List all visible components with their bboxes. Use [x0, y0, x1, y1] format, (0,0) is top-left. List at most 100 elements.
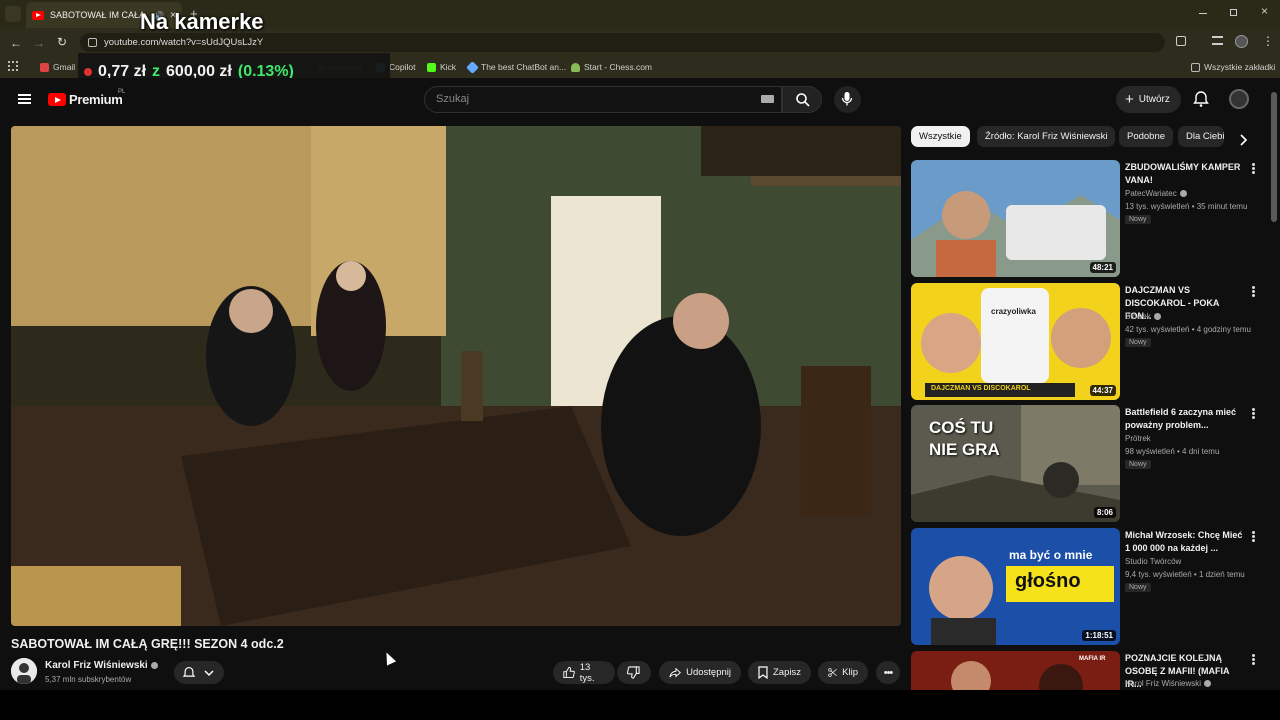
page-scrollbar[interactable] [1271, 92, 1277, 222]
profile-icon[interactable] [1235, 35, 1248, 48]
live-dot-icon [84, 68, 92, 76]
thumbs-down-icon [627, 666, 640, 679]
search-button[interactable] [782, 86, 822, 113]
chatbot-icon [466, 60, 479, 74]
video-player[interactable] [11, 126, 901, 626]
channel-name[interactable]: Karol Friz Wiśniewski [45, 660, 158, 671]
recommendation-thumbnail[interactable]: crazyoliwka DAJCZMAN VS DISCOKAROL 44:37 [911, 283, 1120, 400]
recommendation-channel[interactable]: PatecWariatec [1125, 189, 1187, 198]
bookmark-label: Start - Chess.com [584, 62, 653, 72]
chip-for-you[interactable]: Dla Ciebie [1178, 126, 1224, 147]
stream-overlay-title: Na kamerke [140, 9, 264, 34]
channel-avatar[interactable] [11, 658, 37, 684]
more-vertical-icon[interactable] [1252, 531, 1255, 542]
channel-avatar-image [11, 658, 37, 684]
video-duration: 44:37 [1089, 385, 1116, 396]
plus-icon: + [1125, 90, 1134, 108]
new-badge: Nowy [1125, 460, 1151, 469]
bell-icon [182, 666, 196, 677]
video-frame-image [11, 126, 901, 626]
new-badge: Nowy [1125, 215, 1151, 224]
share-button[interactable]: Udostępnij [659, 661, 741, 684]
all-bookmarks-label: Wszystkie zakładki [1204, 62, 1276, 72]
chip-source-channel[interactable]: Źródło: Karol Friz Wiśniewski [977, 126, 1116, 147]
recommendation-channel-text: Blowek [1125, 312, 1151, 321]
recommendation-meta: 98 wyświetleń • 4 dni temu [1125, 447, 1220, 456]
back-icon[interactable]: ← [10, 36, 22, 50]
bookmark-chess[interactable]: Start - Chess.com [571, 62, 652, 72]
recommendation-channel-text: Karol Friz Wiśniewski [1125, 679, 1202, 688]
more-vertical-icon[interactable] [1252, 654, 1255, 665]
keyboard-icon[interactable] [761, 95, 774, 103]
recommendation-meta: 42 tys. wyświetleń • 4 godziny temu [1125, 325, 1251, 334]
create-label: Utwórz [1138, 94, 1170, 105]
bookmark-chatbot[interactable]: The best ChatBot an... [466, 60, 566, 74]
apps-grid-icon[interactable] [8, 61, 18, 71]
media-control-icon[interactable] [1212, 36, 1223, 45]
extensions-icon[interactable] [1176, 36, 1186, 46]
thumbnail-text: COŚ TU NIE GRA [929, 418, 1000, 459]
notifications-bell-icon[interactable] [1192, 90, 1210, 108]
logo-country: PL [118, 89, 126, 95]
recommendation-thumbnail[interactable]: 48:21 [911, 160, 1120, 277]
account-avatar[interactable] [1229, 89, 1249, 109]
gmail-icon [40, 62, 49, 72]
search-input[interactable]: Szukaj [424, 86, 782, 113]
more-vertical-icon[interactable] [1252, 408, 1255, 419]
recommendation-thumbnail[interactable]: ma być o mnie głośno 1:18:51 [911, 528, 1120, 645]
thumbnail-text: ma być o mnie [1009, 548, 1093, 562]
reload-icon[interactable]: ↻ [57, 35, 67, 49]
video-duration: 1:18:51 [1082, 630, 1116, 641]
chevron-right-icon[interactable] [1238, 134, 1248, 146]
recommendation-channel-text: Studio Twórców [1125, 557, 1182, 566]
recommendation-thumbnail[interactable]: MAFIA IR [911, 651, 1120, 690]
minimize-button[interactable] [1199, 13, 1207, 14]
recommendation-channel[interactable]: Prötrek [1125, 434, 1151, 443]
url-text: youtube.com/watch?v=sUdJQUsLJzY [104, 37, 264, 48]
save-button[interactable]: Zapisz [748, 661, 811, 684]
share-icon [669, 667, 681, 678]
bookmark-label: Copilot [389, 62, 416, 72]
page-bottom-bar [0, 690, 1280, 720]
youtube-favicon-icon [32, 10, 44, 20]
share-label: Udostępnij [686, 667, 731, 678]
channel-name-text: Karol Friz Wiśniewski [45, 660, 148, 671]
site-info-icon[interactable] [88, 38, 97, 47]
tab-list-button[interactable] [5, 6, 21, 22]
url-field[interactable]: youtube.com/watch?v=sUdJQUsLJzY [80, 33, 1165, 52]
maximize-button[interactable] [1230, 9, 1237, 16]
recommendation-channel-text: PatecWariatec [1125, 189, 1177, 198]
chip-related[interactable]: Podobne [1119, 126, 1174, 147]
dislike-button[interactable] [617, 661, 651, 684]
browser-menu-icon[interactable]: ⋮ [1262, 34, 1274, 48]
more-actions-button[interactable]: ••• [876, 661, 900, 684]
verified-icon [150, 661, 158, 669]
more-vertical-icon[interactable] [1252, 286, 1255, 297]
youtube-logo-icon[interactable] [48, 93, 66, 106]
recommendation-channel[interactable]: Blowek [1125, 312, 1161, 321]
search-placeholder: Szukaj [436, 93, 470, 105]
video-duration: 48:21 [1089, 262, 1116, 273]
close-window-button[interactable]: × [1261, 4, 1268, 18]
clip-button[interactable]: Klip [818, 661, 868, 684]
bookmark-gmail[interactable]: Gmail [40, 62, 75, 72]
recommendation-title[interactable]: ZBUDOWALIŚMY KAMPER VANA! [1125, 161, 1247, 187]
bookmark-kick[interactable]: Kick [427, 62, 456, 72]
all-bookmarks[interactable]: Wszystkie zakładki [1191, 62, 1275, 72]
voice-search-button[interactable] [834, 86, 861, 113]
recommendation-title[interactable]: Battlefield 6 zaczyna mieć poważny probl… [1125, 406, 1247, 432]
create-button[interactable]: + Utwórz [1116, 86, 1181, 113]
chip-all[interactable]: Wszystkie [911, 126, 970, 147]
bookmark-icon [758, 666, 768, 679]
forward-icon[interactable]: → [33, 36, 45, 50]
recommendation-channel[interactable]: Karol Friz Wiśniewski [1125, 679, 1212, 688]
recommendation-thumbnail[interactable]: COŚ TU NIE GRA 8:06 [911, 405, 1120, 522]
recommendation-meta: 9,4 tys. wyświetleń • 1 dzień temu [1125, 570, 1245, 579]
recommendation-channel[interactable]: Studio Twórców [1125, 557, 1181, 566]
like-button[interactable]: 13 tys. [553, 661, 615, 684]
menu-icon[interactable] [18, 94, 31, 104]
youtube-logo-text[interactable]: Premium [69, 92, 123, 107]
more-vertical-icon[interactable] [1252, 163, 1255, 174]
subscription-notifications-button[interactable] [174, 661, 224, 684]
recommendation-title[interactable]: Michał Wrzosek: Chcę Mieć 1 000 000 na k… [1125, 529, 1247, 555]
